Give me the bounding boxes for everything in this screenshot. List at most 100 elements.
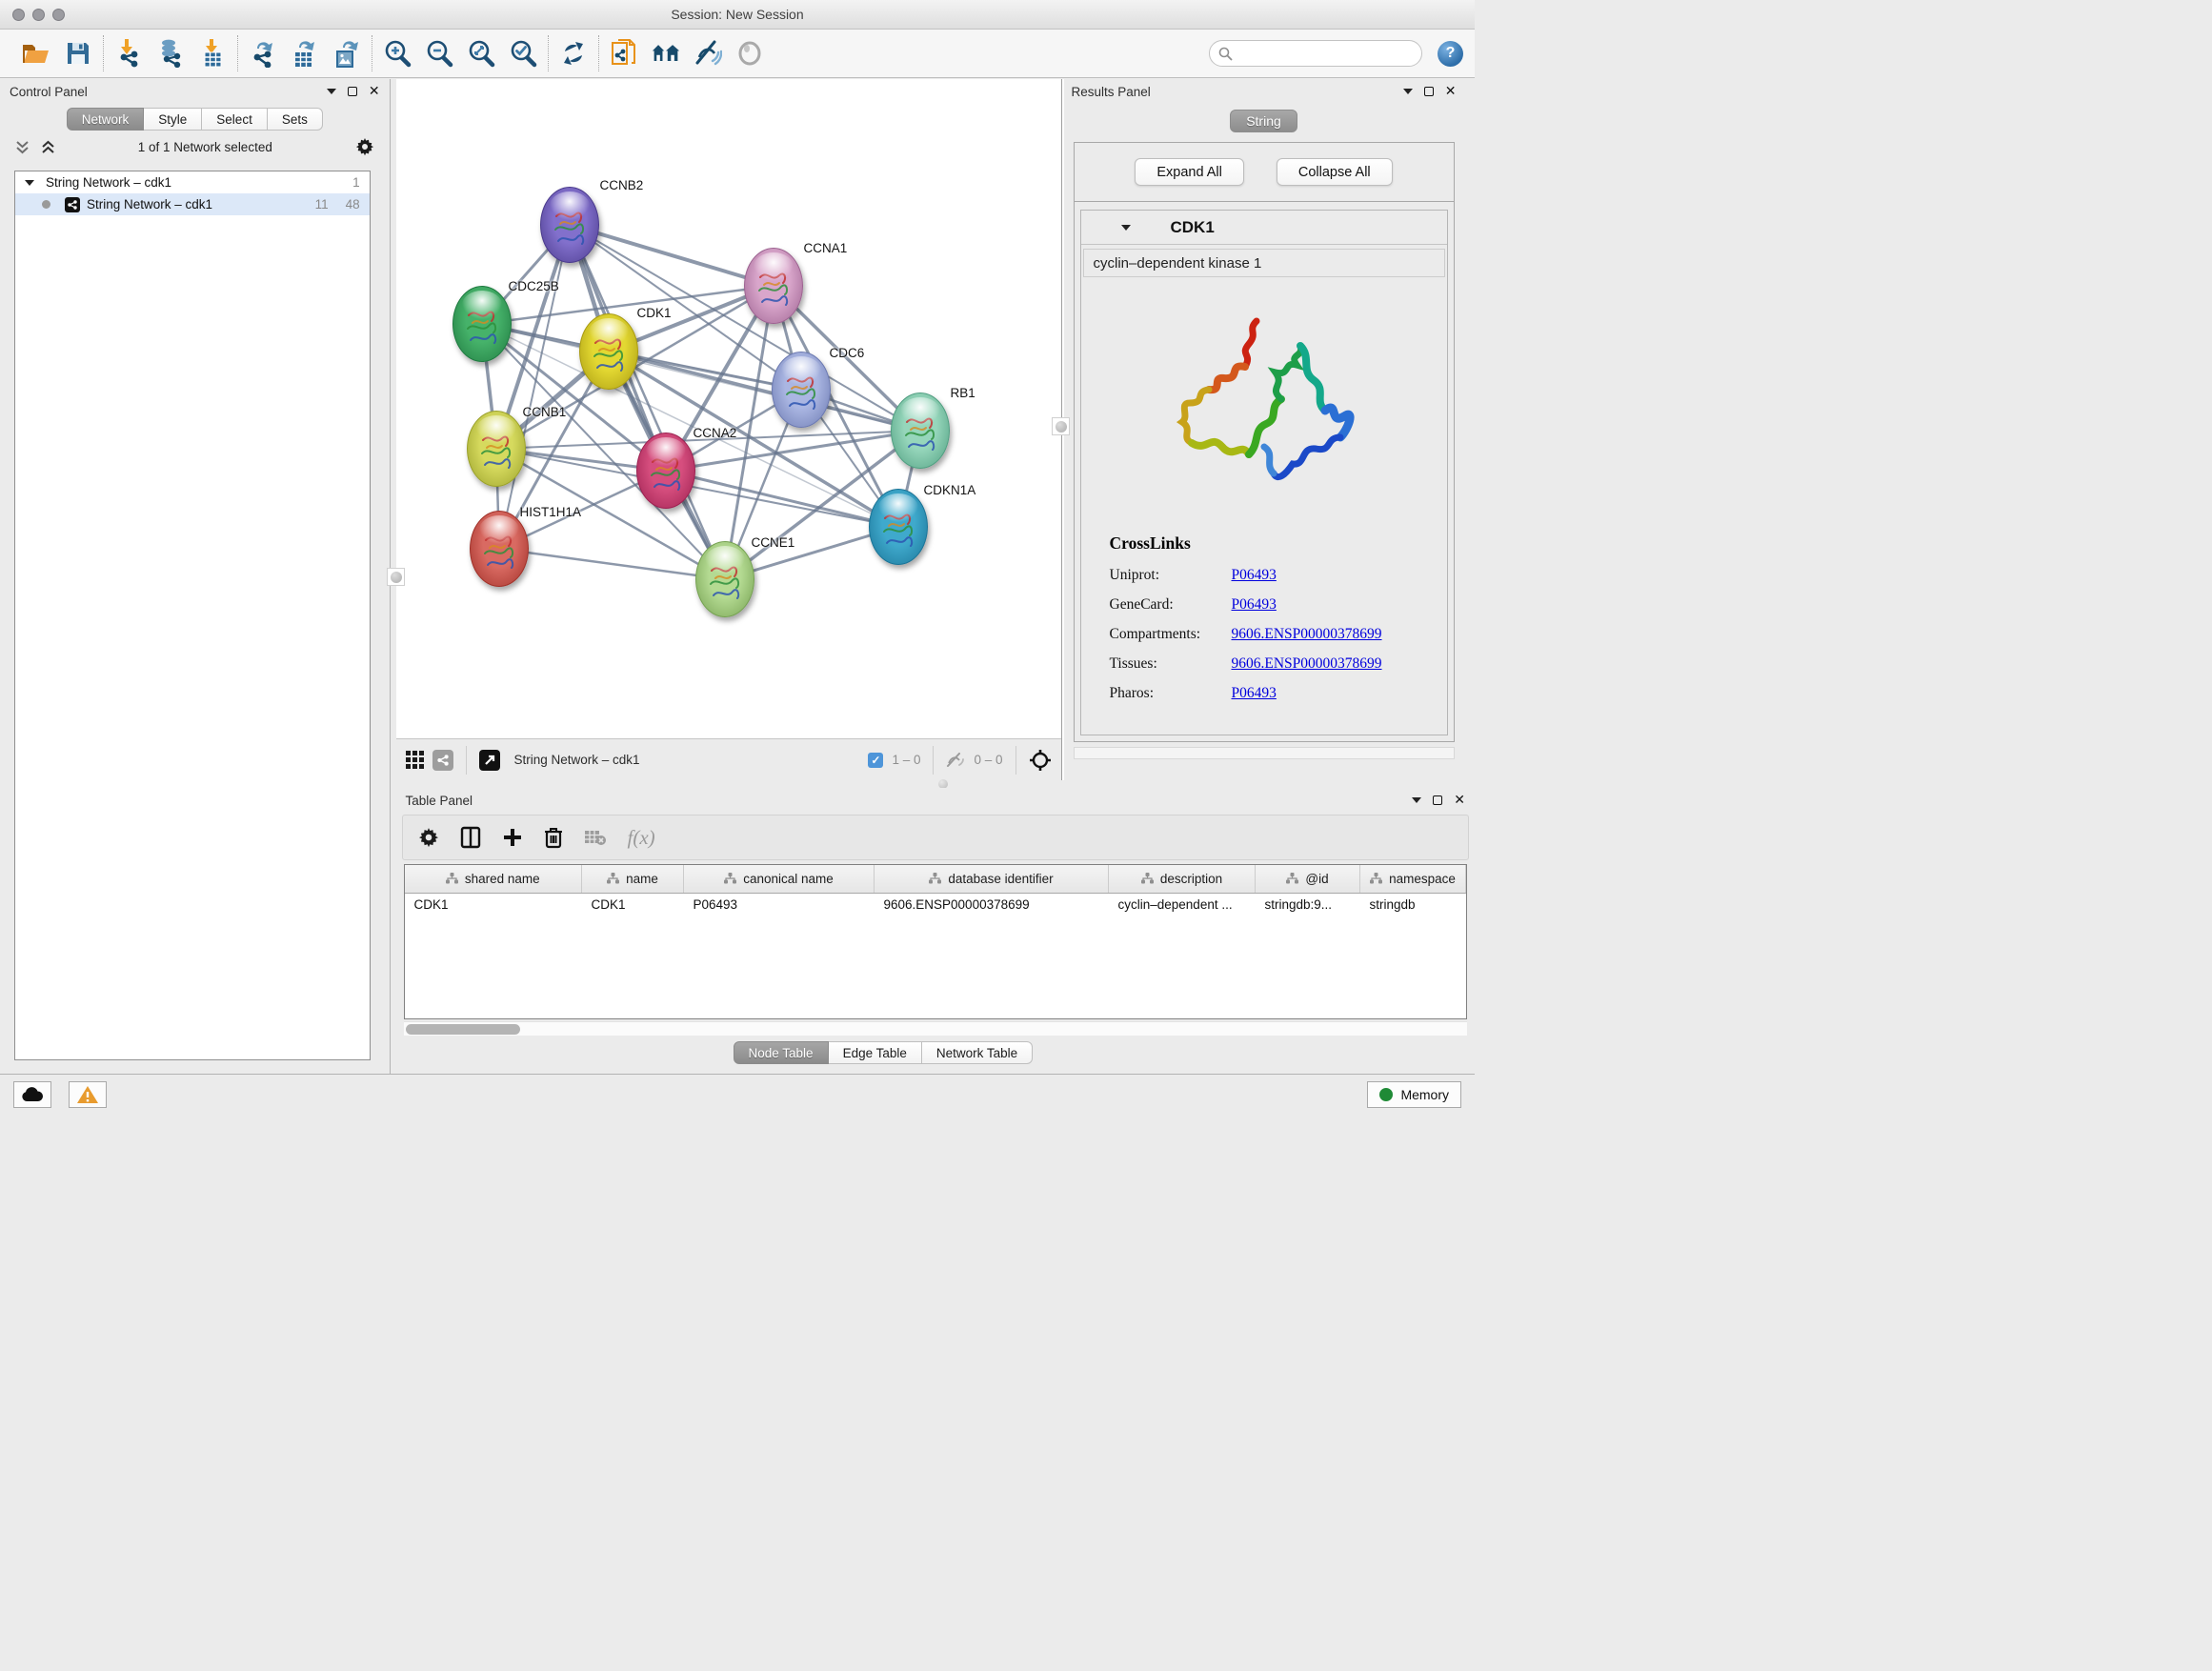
column-header-database-identifier[interactable]: database identifier: [875, 865, 1109, 893]
tab-select[interactable]: Select: [202, 108, 268, 131]
export-table-icon[interactable]: [291, 39, 319, 68]
zoom-out-icon[interactable]: [425, 39, 453, 68]
float-panel-icon[interactable]: [348, 87, 357, 96]
gene-collapse-icon[interactable]: [1121, 225, 1131, 231]
export-network-icon[interactable]: [249, 39, 277, 68]
function-builder-icon[interactable]: f(x): [628, 826, 655, 850]
node-CDKN1A[interactable]: [869, 489, 928, 565]
tab-network[interactable]: Network: [67, 108, 145, 131]
node-RB1[interactable]: [891, 393, 950, 469]
add-column-icon[interactable]: [502, 827, 523, 848]
export-image-icon[interactable]: [332, 39, 361, 68]
table-row[interactable]: CDK1CDK1P064939606.ENSP00000378699cyclin…: [405, 893, 1466, 916]
column-header-name[interactable]: name: [582, 865, 684, 893]
zoom-fit-icon[interactable]: [467, 39, 495, 68]
preview-icon[interactable]: [735, 39, 764, 68]
tab-sets[interactable]: Sets: [268, 108, 323, 131]
table-cell[interactable]: CDK1: [582, 893, 684, 916]
horizontal-splitter[interactable]: [396, 780, 1476, 788]
table-cell[interactable]: stringdb:9...: [1256, 893, 1360, 916]
expand-all-icon[interactable]: [41, 140, 55, 154]
panel-menu-icon[interactable]: [1412, 797, 1421, 803]
hide-unhide-icon[interactable]: [694, 39, 722, 68]
table-cell[interactable]: 9606.ENSP00000378699: [875, 893, 1109, 916]
zoom-in-icon[interactable]: [383, 39, 412, 68]
import-table-icon[interactable]: [198, 39, 227, 68]
column-header-description[interactable]: description: [1109, 865, 1256, 893]
scrollbar-thumb[interactable]: [406, 1024, 520, 1035]
gear-icon[interactable]: [355, 137, 374, 156]
node-CDC25B[interactable]: [452, 286, 512, 362]
detach-view-icon[interactable]: [479, 750, 500, 771]
network-view-share-icon[interactable]: [432, 750, 453, 771]
window-controls[interactable]: [12, 9, 65, 21]
tab-network-table[interactable]: Network Table: [922, 1041, 1033, 1064]
import-network-file-icon[interactable]: [114, 39, 143, 68]
panel-menu-icon[interactable]: [327, 89, 336, 94]
birds-eye-icon[interactable]: [1029, 749, 1052, 772]
crosslink-link[interactable]: P06493: [1232, 685, 1277, 702]
tab-node-table[interactable]: Node Table: [734, 1041, 829, 1064]
node-CDC6[interactable]: [772, 352, 831, 428]
network-canvas[interactable]: CCNB2CCNA1CDC25BCDK1CDC6RB1CCNB1CCNA2CDK…: [396, 79, 1061, 738]
node-CCNA1[interactable]: [744, 248, 803, 324]
network-collection-row[interactable]: String Network – cdk1 1: [15, 171, 370, 193]
delete-table-icon[interactable]: [584, 829, 607, 846]
float-panel-icon[interactable]: [1433, 795, 1442, 805]
node-CCNA2[interactable]: [636, 433, 695, 509]
crosslink-link[interactable]: P06493: [1232, 596, 1277, 614]
crosslink-link[interactable]: 9606.ENSP00000378699: [1232, 626, 1382, 643]
crosslink-link[interactable]: P06493: [1232, 567, 1277, 584]
zoom-selected-icon[interactable]: [509, 39, 537, 68]
tab-edge-table[interactable]: Edge Table: [829, 1041, 922, 1064]
node-table[interactable]: shared namenamecanonical namedatabase id…: [404, 864, 1468, 1019]
close-panel-icon[interactable]: ✕: [369, 87, 380, 96]
tab-string[interactable]: String: [1230, 110, 1297, 132]
memory-button[interactable]: Memory: [1367, 1081, 1461, 1108]
selected-checkbox-icon[interactable]: ✓: [868, 753, 883, 768]
table-cell[interactable]: cyclin–dependent ...: [1109, 893, 1256, 916]
column-header-shared-name[interactable]: shared name: [405, 865, 582, 893]
table-cell[interactable]: P06493: [684, 893, 875, 916]
close-window-icon[interactable]: [12, 9, 25, 21]
collapse-all-button[interactable]: Collapse All: [1277, 158, 1393, 186]
save-session-icon[interactable]: [64, 39, 92, 68]
node-CCNB1[interactable]: [467, 411, 526, 487]
close-panel-icon[interactable]: ✕: [1454, 795, 1465, 805]
results-scrollbar[interactable]: [1074, 747, 1455, 759]
float-panel-icon[interactable]: [1424, 87, 1434, 96]
table-cell[interactable]: CDK1: [405, 893, 582, 916]
cloud-status-button[interactable]: [13, 1081, 51, 1108]
node-CCNE1[interactable]: [695, 541, 754, 617]
table-h-scrollbar[interactable]: [404, 1021, 1468, 1036]
string-import-icon[interactable]: [610, 39, 638, 68]
table-gear-icon[interactable]: [418, 827, 439, 848]
close-panel-icon[interactable]: ✕: [1445, 87, 1457, 96]
right-splitter-knob[interactable]: [1052, 417, 1070, 435]
maximize-window-icon[interactable]: [52, 9, 65, 21]
panel-menu-icon[interactable]: [1403, 89, 1413, 94]
column-header-@id[interactable]: @id: [1256, 865, 1360, 893]
delete-column-icon[interactable]: [544, 826, 563, 849]
grid-view-icon[interactable]: [406, 751, 424, 769]
column-header-namespace[interactable]: namespace: [1360, 865, 1466, 893]
show-columns-icon[interactable]: [460, 826, 481, 849]
expand-all-button[interactable]: Expand All: [1135, 158, 1244, 186]
search-box[interactable]: [1209, 40, 1422, 67]
import-network-database-icon[interactable]: [156, 39, 185, 68]
search-input[interactable]: [1238, 47, 1413, 61]
home-icon[interactable]: [652, 39, 680, 68]
collapse-all-icon[interactable]: [15, 140, 30, 154]
node-CDK1[interactable]: [579, 313, 638, 390]
crosslink-link[interactable]: 9606.ENSP00000378699: [1232, 655, 1382, 673]
network-row[interactable]: String Network – cdk1 11 48: [15, 193, 370, 215]
column-header-canonical-name[interactable]: canonical name: [684, 865, 875, 893]
left-splitter-knob[interactable]: [387, 568, 405, 586]
node-HIST1H1A[interactable]: [470, 511, 529, 587]
tab-style[interactable]: Style: [144, 108, 202, 131]
open-session-icon[interactable]: [22, 39, 50, 68]
refresh-icon[interactable]: [559, 39, 588, 68]
minimize-window-icon[interactable]: [32, 9, 45, 21]
help-icon[interactable]: ?: [1438, 41, 1463, 67]
node-CCNB2[interactable]: [540, 187, 599, 263]
